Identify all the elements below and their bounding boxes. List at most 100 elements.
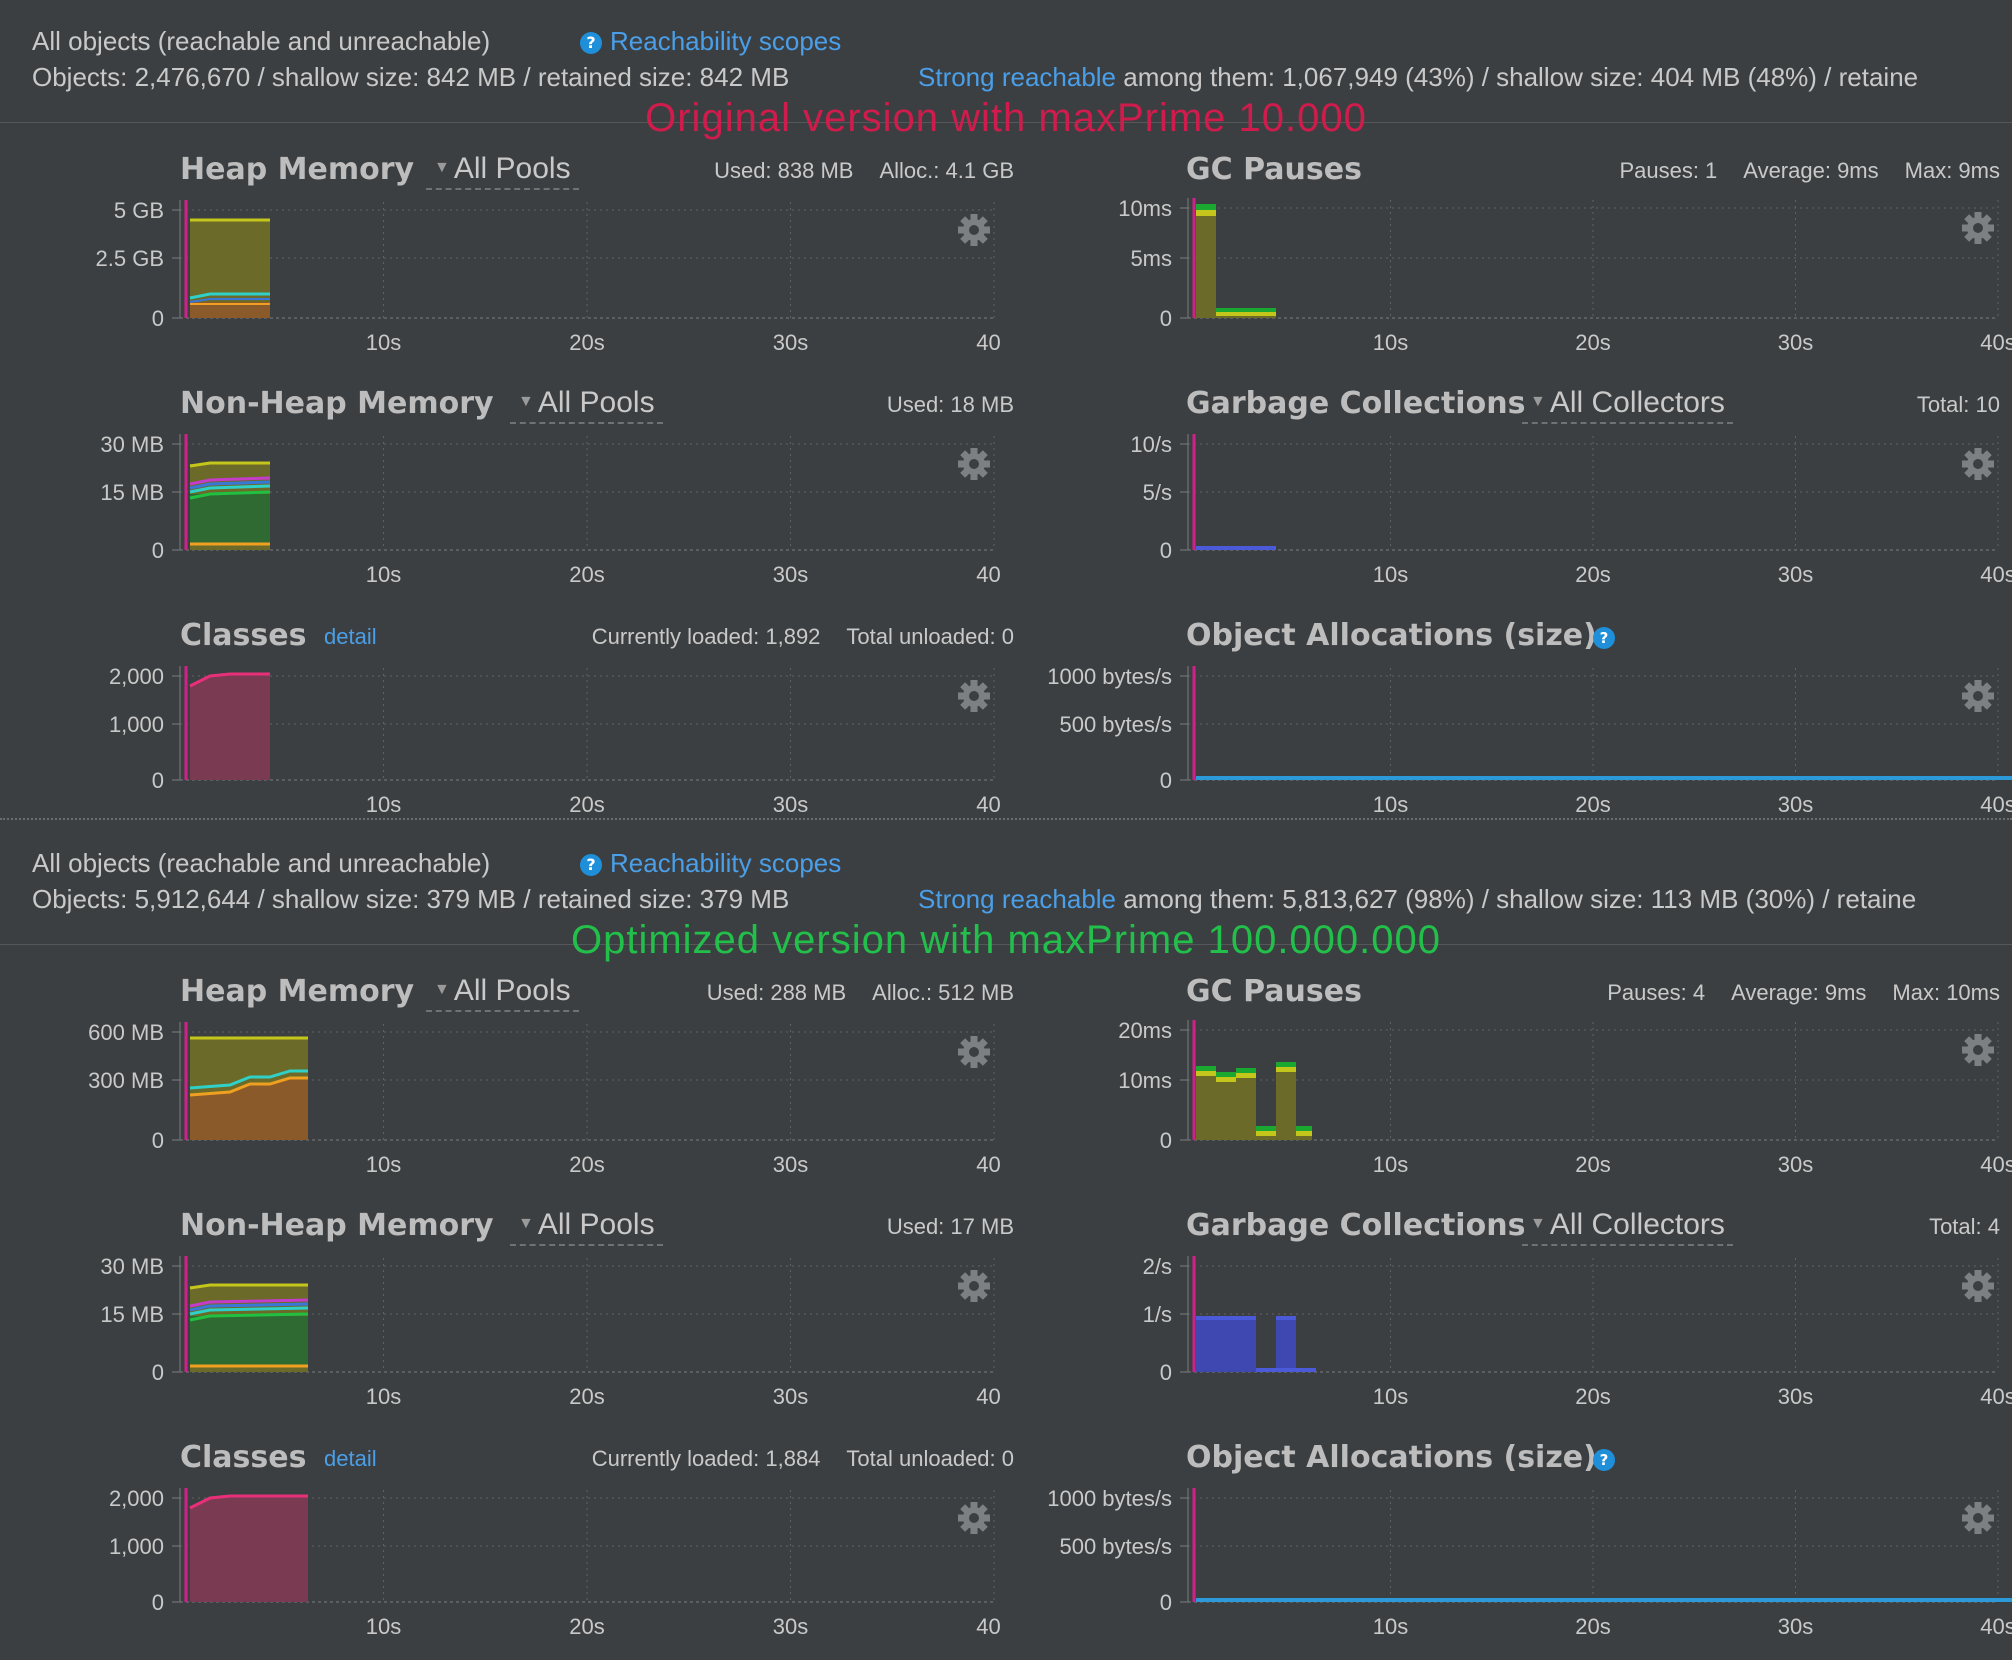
gc-rate-bar	[1196, 546, 1276, 550]
gc-x-tick: 10s	[1373, 562, 1408, 587]
dropdown-arrow-icon: ▼	[434, 159, 450, 176]
classes-detail-link[interactable]: detail	[324, 1446, 377, 1472]
gcp-y-tick: 0	[1160, 306, 1172, 331]
gear-icon[interactable]	[958, 1036, 990, 1068]
help-icon[interactable]: ?	[1592, 626, 1616, 650]
classes-x-tick: 10s	[366, 1614, 401, 1639]
gear-icon[interactable]	[958, 680, 990, 712]
classes-y-tick: 0	[152, 768, 164, 793]
heap-y-tick: 0	[152, 1128, 164, 1153]
heap-pools-dropdown[interactable]: ▼ All Pools	[426, 974, 579, 1012]
gc-pauses-average: Average: 9ms	[1743, 158, 1879, 183]
classes-unloaded: Total unloaded: 0	[846, 624, 1014, 649]
classes-chart: 10s 20s 30s 40s 2,000 1,000 0	[109, 664, 1000, 817]
gcp-y-tick: 10ms	[1118, 1068, 1172, 1093]
non-heap-pools-dropdown[interactable]: ▼ All Pools	[510, 1208, 663, 1246]
classes-stats: Currently loaded: 1,884 Total unloaded: 0	[566, 1446, 1014, 1472]
gc-y-tick: 0	[1160, 1360, 1172, 1385]
gc-pause-bar	[1236, 1068, 1256, 1140]
gc-pauses-stats: Pauses: 4 Average: 9ms Max: 10ms	[1581, 980, 2000, 1006]
gc-pause-bar-top	[1216, 308, 1276, 312]
gc-pause-bar-top	[1196, 204, 1216, 210]
non-heap-pools-dropdown[interactable]: ▼ All Pools	[510, 386, 663, 424]
reachability-scopes-link[interactable]: ? Reachability scopes	[580, 848, 841, 879]
nonheap-x-tick: 40s	[976, 562, 1000, 587]
strong-reachable-text: among them: 1,067,949 (43%) / shallow si…	[1116, 62, 1919, 92]
classes-x-tick: 10s	[366, 792, 401, 817]
gear-icon[interactable]	[1962, 448, 1994, 480]
objects-summary: Objects: 5,912,644 / shallow size: 379 M…	[32, 884, 790, 914]
summary-all-objects: All objects (reachable and unreachable)	[32, 26, 491, 56]
svg-text:?: ?	[1600, 1451, 1609, 1469]
reachability-scopes-label[interactable]: Reachability scopes	[610, 848, 841, 878]
gear-icon[interactable]	[1962, 1034, 1994, 1066]
alloc-y-tick: 1000 bytes/s	[1047, 664, 1172, 689]
gc-total: Total: 10	[1891, 392, 2000, 418]
nonheap-y-tick: 0	[152, 538, 164, 563]
nonheap-x-tick: 20s	[569, 1384, 604, 1409]
non-heap-pools-label: All Pools	[537, 1208, 655, 1241]
gear-icon[interactable]	[958, 214, 990, 246]
classes-detail-link[interactable]: detail	[324, 624, 377, 650]
gc-rate-bar	[1276, 1318, 1296, 1372]
classes-x-tick: 30s	[773, 792, 808, 817]
gc-x-tick: 30s	[1778, 1384, 1813, 1409]
classes-x-tick: 40s	[976, 792, 1000, 817]
collectors-dropdown[interactable]: ▼ All Collectors	[1522, 386, 1733, 424]
alloc-x-tick: 20s	[1575, 792, 1610, 817]
gc-pause-bar-mark	[1296, 1131, 1312, 1136]
non-heap-used: Used: 17 MB	[886, 1214, 1014, 1239]
non-heap-memory-chart: 10s 20s 30s 40s 30 MB 15 MB 0	[100, 432, 1000, 587]
classes-chart: 10s 20s 30s 40s 2,000 1,000 0	[109, 1486, 1000, 1639]
classes-loaded: Currently loaded: 1,884	[591, 1446, 821, 1471]
gc-pause-bar-top	[1256, 1126, 1276, 1131]
help-icon[interactable]: ?	[1592, 1448, 1616, 1472]
gc-pauses-stats: Pauses: 1 Average: 9ms Max: 9ms	[1593, 158, 2000, 184]
reachability-scopes-link[interactable]: ? Reachability scopes	[580, 26, 841, 57]
gcp-x-tick: 40s	[1980, 330, 2012, 355]
gcp-x-tick: 30s	[1778, 1152, 1813, 1177]
gc-pause-bar-top	[1236, 1068, 1256, 1073]
strong-reachable-text: among them: 5,813,627 (98%) / shallow si…	[1116, 884, 1917, 914]
objects-summary: Objects: 2,476,670 / shallow size: 842 M…	[32, 62, 790, 92]
classes-x-tick: 30s	[773, 1614, 808, 1639]
heap-pools-dropdown[interactable]: ▼ All Pools	[426, 152, 579, 190]
collectors-dropdown[interactable]: ▼ All Collectors	[1522, 1208, 1733, 1246]
gc-pause-bar-mark	[1216, 1077, 1236, 1082]
object-allocations-chart: 10s 20s 30s 40s 1000 bytes/s 500 bytes/s 0	[1047, 1486, 2012, 1639]
heap-stats: Used: 288 MB Alloc.: 512 MB	[681, 980, 1014, 1006]
gc-y-tick: 1/s	[1143, 1302, 1172, 1327]
non-heap-memory-title: Non-Heap Memory	[180, 386, 494, 421]
classes-loaded-area	[190, 674, 270, 780]
gc-pause-bar	[1196, 1066, 1216, 1140]
gear-icon[interactable]	[958, 1502, 990, 1534]
gcp-x-tick: 20s	[1575, 330, 1610, 355]
nonheap-x-tick: 30s	[773, 1384, 808, 1409]
help-icon: ?	[580, 854, 602, 876]
gear-icon[interactable]	[1962, 212, 1994, 244]
classes-stats: Currently loaded: 1,892 Total unloaded: 0	[566, 624, 1014, 650]
classes-y-tick: 1,000	[109, 712, 164, 737]
strong-reachable-link[interactable]: Strong reachable	[918, 884, 1116, 914]
non-heap-stats: Used: 17 MB	[861, 1214, 1014, 1240]
gcp-y-tick: 20ms	[1118, 1018, 1172, 1043]
gear-icon[interactable]	[1962, 680, 1994, 712]
object-allocations-chart: 10s 20s 30s 40s 1000 bytes/s 500 bytes/s 0	[1047, 664, 2012, 817]
garbage-collections-chart: 10s 20s 30s 40s 2/s 1/s 0	[1143, 1254, 2012, 1409]
gc-x-tick: 40s	[1980, 562, 2012, 587]
gear-icon[interactable]	[958, 1270, 990, 1302]
gear-icon[interactable]	[1962, 1502, 1994, 1534]
nonheap-metaspace-area	[190, 494, 270, 544]
strong-reachable-link[interactable]: Strong reachable	[918, 62, 1116, 92]
heap-x-tick: 40s	[976, 330, 1000, 355]
gear-icon[interactable]	[1962, 1270, 1994, 1302]
alloc-y-tick: 500 bytes/s	[1059, 712, 1172, 737]
non-heap-stats: Used: 18 MB	[861, 392, 1014, 418]
non-heap-memory-title: Non-Heap Memory	[180, 1208, 494, 1243]
reachability-scopes-label[interactable]: Reachability scopes	[610, 26, 841, 56]
heap-pools-label: All Pools	[453, 974, 571, 1007]
heap-alloc: Alloc.: 512 MB	[872, 980, 1014, 1005]
gear-icon[interactable]	[958, 448, 990, 480]
heap-y-tick: 0	[152, 306, 164, 331]
overlay-caption: Original version with maxPrime 10.000	[645, 96, 1367, 140]
